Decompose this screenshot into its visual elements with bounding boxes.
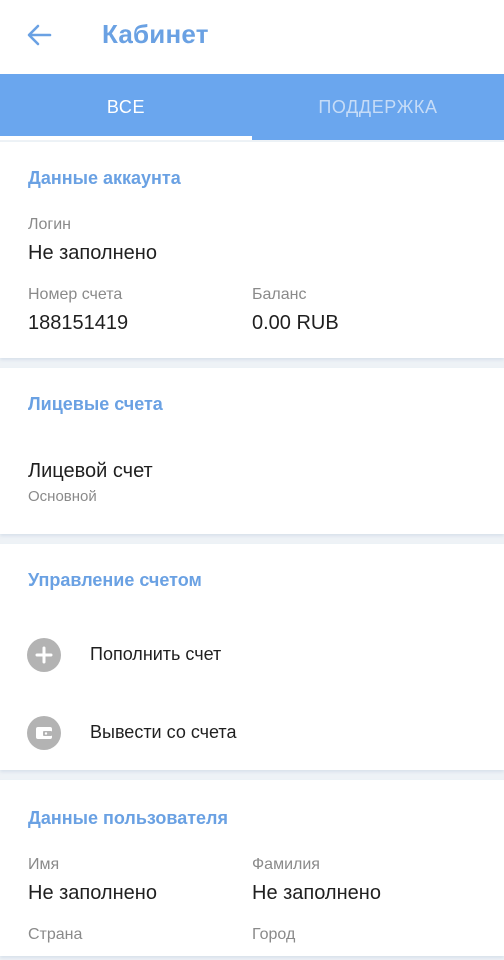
city-label: Город xyxy=(252,926,296,943)
account-number-value: 188151419 xyxy=(28,312,129,334)
personal-accounts-card: Лицевые счета Лицевой счет Основной xyxy=(0,368,504,534)
management-section-title: Управление счетом xyxy=(28,570,202,590)
top-up-button[interactable]: Пополнить счет xyxy=(0,624,504,688)
personal-account-subtitle: Основной xyxy=(28,488,97,505)
account-management-card: Управление счетом Пополнить счет Вывести… xyxy=(0,544,504,770)
account-number-label: Номер счета xyxy=(28,286,123,303)
login-label: Логин xyxy=(28,216,72,233)
account-section-title: Данные аккаунта xyxy=(28,168,181,188)
tab-support-label: ПОДДЕРЖКА xyxy=(318,96,438,117)
withdraw-label: Вывести со счета xyxy=(90,722,237,742)
first-name-value: Не заполнено xyxy=(28,882,157,904)
user-section-title: Данные пользователя xyxy=(28,808,228,828)
page-title: Кабинет xyxy=(102,19,209,49)
top-up-label: Пополнить счет xyxy=(90,644,222,664)
tab-all[interactable]: ВСЕ xyxy=(0,74,252,140)
plus-circle-icon xyxy=(27,638,61,672)
tab-active-indicator xyxy=(0,136,252,140)
personal-accounts-section-title: Лицевые счета xyxy=(28,394,163,414)
arrow-left-icon xyxy=(27,24,52,46)
tab-all-label: ВСЕ xyxy=(106,96,146,117)
withdraw-button[interactable]: Вывести со счета xyxy=(0,702,504,766)
last-name-value: Не заполнено xyxy=(252,882,381,904)
tab-support[interactable]: ПОДДЕРЖКА xyxy=(252,74,504,140)
balance-value: 0.00 RUB xyxy=(252,312,339,334)
login-value: Не заполнено xyxy=(28,242,157,264)
wallet-icon xyxy=(27,716,61,750)
country-label: Страна xyxy=(28,926,83,943)
personal-account-item[interactable]: Лицевой счет Основной xyxy=(0,448,504,518)
app-root: Кабинет ВСЕ ПОДДЕРЖКА Данные аккаунта Ло… xyxy=(0,0,504,960)
balance-label: Баланс xyxy=(252,286,307,303)
back-button[interactable] xyxy=(24,20,54,50)
account-data-card: Данные аккаунта Логин Не заполнено Номер… xyxy=(0,142,504,358)
personal-account-title: Лицевой счет xyxy=(28,460,153,482)
tab-bar: ВСЕ ПОДДЕРЖКА xyxy=(0,74,504,140)
user-data-card: Данные пользователя Имя Не заполнено Фам… xyxy=(0,780,504,956)
app-header: Кабинет xyxy=(0,0,504,74)
first-name-label: Имя xyxy=(28,856,60,873)
last-name-label: Фамилия xyxy=(252,856,320,873)
